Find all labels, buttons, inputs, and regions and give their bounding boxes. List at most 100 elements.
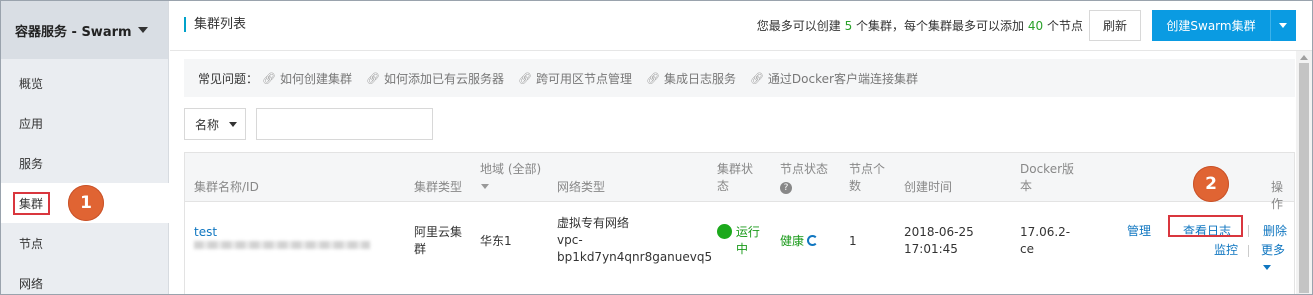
chevron-down-icon	[229, 121, 238, 127]
scrollbar-thumb[interactable]	[1299, 63, 1309, 293]
more-label: 更多	[1261, 243, 1286, 257]
step-callout-1: 1	[68, 185, 104, 221]
link-icon: 🔗︎	[366, 71, 380, 85]
sidebar-item-nodes[interactable]: 节点	[1, 223, 169, 263]
button-divider	[1270, 10, 1271, 41]
chevron-down-icon	[1263, 265, 1271, 270]
refresh-icon[interactable]	[807, 235, 819, 246]
sidebar-item-networks[interactable]: 网络	[1, 263, 169, 294]
quota-notice: 您最多可以创建 5 个集群，每个集群最多可以添加 40 个节点	[757, 17, 1083, 34]
monitor-link[interactable]: 监控	[1214, 242, 1238, 259]
col-header-network: 网络类型	[557, 180, 606, 194]
col-header-node-count-line: 节点个	[849, 162, 886, 176]
quota-text: 个节点	[1046, 19, 1083, 33]
faq-link-text: 如何创建集群	[279, 71, 352, 86]
sidebar-item-label: 服务	[19, 156, 44, 171]
docker-version-line: 17.06.2-	[1020, 225, 1071, 239]
cluster-type-line: 群	[414, 242, 427, 256]
sidebar-item-services[interactable]: 服务	[1, 143, 169, 183]
highlight-box	[1168, 215, 1243, 237]
created-clock: 17:01:45	[904, 242, 958, 256]
col-header-name: 集群名称/ID	[194, 180, 259, 194]
docker-version-line: ce	[1020, 242, 1034, 256]
step-callout-2: 2	[1193, 166, 1229, 202]
faq-link-text: 集成日志服务	[663, 71, 736, 86]
faq-link-text: 跨可用区节点管理	[535, 71, 632, 86]
app-frame: 容器服务 - Swarm 概览 应用 服务 集群 节点 网络 1 集群列表 您最…	[0, 0, 1313, 295]
cluster-name-link[interactable]: test	[194, 224, 217, 241]
created-time: 2018-06-25 17:01:45	[904, 224, 974, 258]
manage-link[interactable]: 管理	[1127, 223, 1151, 240]
sidebar-item-overview[interactable]: 概览	[1, 63, 169, 103]
table-header: 集群名称/ID 集群类型 地域 (全部) 网络类型 集群状 态 节点状态 ? 节…	[185, 153, 1294, 211]
link-icon: 🔗︎	[517, 71, 532, 85]
cluster-status-text: 运行	[735, 225, 760, 239]
filter-select-value: 名称	[195, 117, 220, 132]
faq-link[interactable]: 🔗︎ 如何添加已有云服务器	[366, 70, 504, 87]
sidebar-item-label: 应用	[19, 116, 44, 131]
col-header-actions: 操作	[1271, 180, 1284, 211]
col-header-created: 创建时间	[904, 180, 953, 194]
sidebar-item-label: 节点	[19, 236, 44, 251]
search-input[interactable]	[256, 108, 433, 140]
create-swarm-cluster-button[interactable]: 创建Swarm集群	[1152, 10, 1296, 41]
faq-link-text: 通过Docker客户端连接集群	[767, 71, 918, 86]
faq-bar: 常见问题： 🔗︎ 如何创建集群 🔗︎ 如何添加已有云服务器 🔗︎ 跨可用区节点管理 🔗…	[184, 59, 1295, 97]
col-header-node-count: 节点个 数	[849, 161, 885, 195]
col-header-node-status-label: 节点状态	[780, 162, 829, 176]
sidebar-item-apps[interactable]: 应用	[1, 103, 169, 143]
vpc-id-line: bp1kd7yn4qnr8ganuevq5	[557, 250, 713, 264]
scroll-up-arrow-icon[interactable]	[1300, 55, 1308, 60]
quota-node-count: 40	[1027, 19, 1044, 33]
col-header-node-count-line: 数	[849, 179, 862, 193]
network-type: 虚拟专有网络	[557, 216, 630, 230]
chevron-down-icon[interactable]	[1279, 23, 1287, 28]
status-ok-icon	[717, 224, 732, 239]
sort-caret-icon	[481, 184, 489, 189]
redacted-cluster-id	[194, 241, 370, 249]
quota-text: 个集群，每个集群最多可以添加	[856, 19, 1025, 33]
vpc-id-line: vpc-	[557, 233, 583, 247]
cluster-status-text: 中	[736, 242, 749, 256]
main-content: 集群列表 您最多可以创建 5 个集群，每个集群最多可以添加 40 个节点 刷新 …	[170, 1, 1312, 294]
quota-cluster-count: 5	[844, 19, 853, 33]
faq-link[interactable]: 🔗︎ 通过Docker客户端连接集群	[750, 70, 918, 87]
sidebar-item-label: 集群	[13, 191, 51, 215]
cluster-status: 运行 中	[717, 224, 760, 258]
col-header-type: 集群类型	[414, 180, 463, 194]
node-status-text: 健康	[780, 234, 805, 248]
create-button-label: 创建Swarm集群	[1166, 19, 1256, 33]
link-icon: 🔗︎	[645, 71, 660, 85]
sidebar-item-label: 概览	[19, 76, 44, 91]
col-header-status-line: 集群状	[717, 162, 754, 176]
col-header-docker-line: 本	[1020, 179, 1033, 193]
action-divider	[1248, 245, 1249, 257]
delete-link[interactable]: 删除	[1263, 223, 1287, 240]
col-header-status: 集群状 态	[717, 161, 753, 195]
product-switcher[interactable]: 容器服务 - Swarm	[1, 1, 168, 59]
page-header: 集群列表 您最多可以创建 5 个集群，每个集群最多可以添加 40 个节点 刷新 …	[170, 1, 1312, 51]
cluster-region: 华东1	[480, 234, 512, 248]
col-header-region[interactable]: 地域 (全部)	[480, 161, 541, 189]
faq-link-text: 如何添加已有云服务器	[383, 71, 504, 86]
cluster-table: 集群名称/ID 集群类型 地域 (全部) 网络类型 集群状 态 节点状态 ? 节…	[184, 152, 1295, 294]
cluster-network: 虚拟专有网络 vpc- bp1kd7yn4qnr8ganuevq5	[557, 215, 712, 266]
more-dropdown[interactable]: 更多	[1261, 242, 1294, 276]
faq-link[interactable]: 🔗︎ 集成日志服务	[646, 70, 736, 87]
node-count: 1	[849, 234, 857, 248]
help-icon[interactable]: ?	[780, 182, 792, 194]
col-header-node-status: 节点状态 ?	[780, 161, 828, 195]
refresh-button[interactable]: 刷新	[1089, 10, 1141, 41]
col-header-status-line: 态	[717, 179, 730, 193]
faq-link[interactable]: 🔗︎ 跨可用区节点管理	[518, 70, 632, 87]
col-header-docker: Docker版 本	[1020, 161, 1074, 195]
link-icon: 🔗︎	[262, 71, 276, 85]
sidebar: 容器服务 - Swarm 概览 应用 服务 集群 节点 网络	[1, 1, 169, 294]
quota-text: 您最多可以创建	[756, 19, 841, 33]
action-divider	[1248, 225, 1249, 237]
filter-field-select[interactable]: 名称	[184, 108, 246, 140]
sidebar-item-label: 网络	[19, 276, 44, 291]
docker-version: 17.06.2- ce	[1020, 224, 1070, 258]
cluster-type: 阿里云集 群	[414, 224, 462, 258]
faq-link[interactable]: 🔗︎ 如何创建集群	[262, 70, 352, 87]
